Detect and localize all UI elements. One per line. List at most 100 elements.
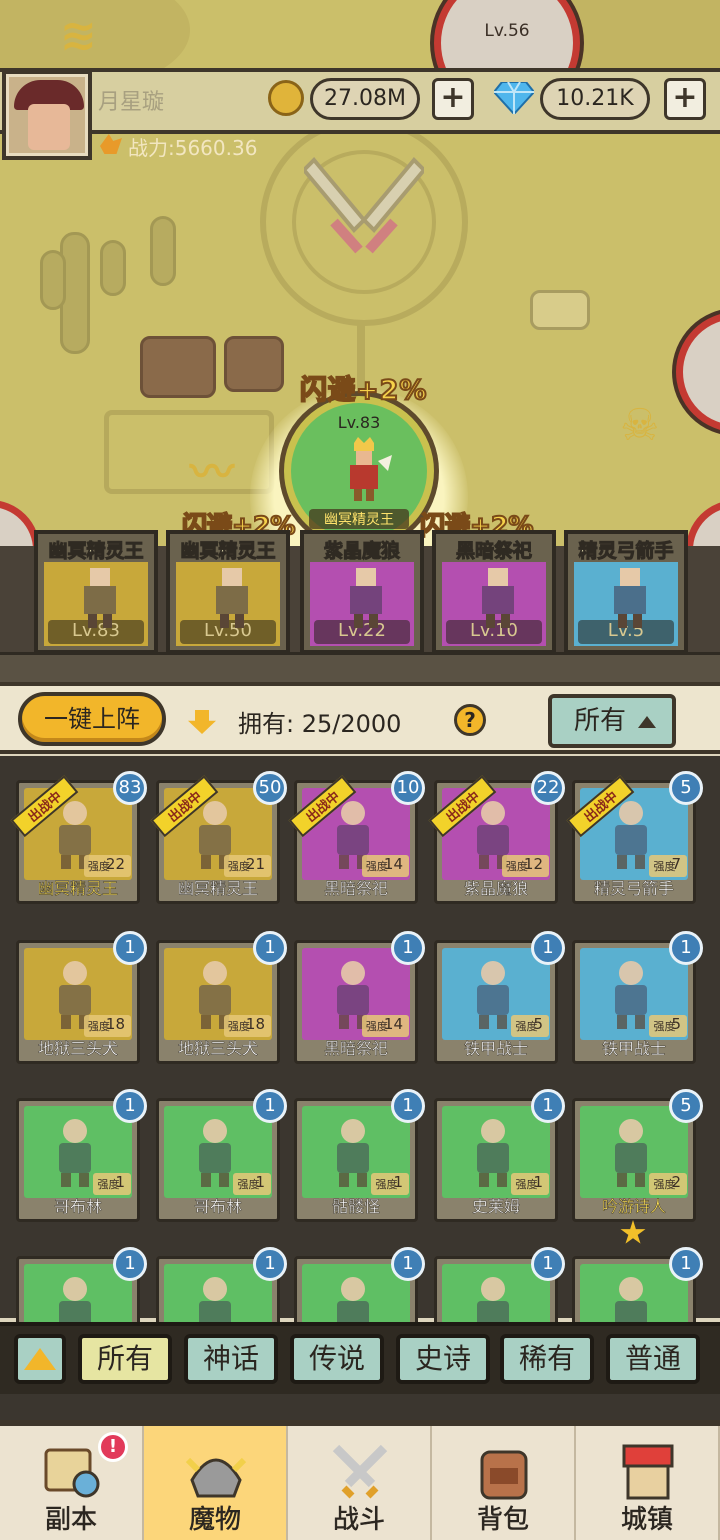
strength-key: 强度	[87, 860, 110, 873]
notification-badge: !	[98, 1432, 128, 1462]
strength-key: 强度	[653, 1178, 676, 1191]
strength-key: 强度	[97, 1178, 120, 1191]
cactus-decoration	[100, 240, 126, 296]
add-gold-button[interactable]: +	[432, 78, 474, 120]
monster-helmet-icon	[185, 1457, 247, 1498]
nav-tab-4[interactable]: 城镇	[576, 1426, 720, 1540]
monster-card[interactable]: 强度 1 哥布林 1	[156, 1089, 287, 1222]
nav-tab-label: 背包	[476, 1505, 530, 1536]
monster-card[interactable]: 出战中 强度 7 精灵弓箭手 5	[566, 771, 703, 904]
collapse-button[interactable]	[14, 1334, 66, 1384]
skull-decoration: ☠	[620, 400, 660, 451]
player-avatar[interactable]	[2, 70, 92, 160]
monster-card[interactable]: 强度 1 哥布林 1	[16, 1089, 147, 1222]
team-slot[interactable]: 精灵弓箭手 Lv.5	[564, 530, 688, 654]
monster-figure	[482, 568, 514, 628]
rarity-filter-3[interactable]: 史诗	[396, 1334, 490, 1384]
monster-level-badge: 1	[113, 1247, 147, 1281]
strength-key: 强度	[365, 1020, 388, 1033]
player-name: 月星璇	[98, 90, 165, 115]
strength-tag: 强度 18	[223, 1015, 271, 1037]
monster-card[interactable]: 强度 2 吟游诗人 5	[572, 1089, 703, 1222]
monster-card[interactable]: 强度 1 史莱姆 1	[434, 1089, 565, 1222]
monster-level-badge: 1	[669, 931, 703, 965]
add-gems-button[interactable]: +	[664, 78, 706, 120]
strength-tag: 强度 14	[361, 855, 409, 877]
strength-tag: 强度 5	[511, 1015, 549, 1037]
monster-figure	[84, 568, 116, 628]
rarity-filter-0[interactable]: 所有	[78, 1334, 172, 1384]
monster-card[interactable]: 1	[294, 1247, 425, 1356]
monster-level-badge: 1	[113, 931, 147, 965]
monster-level-badge: 1	[531, 1247, 565, 1281]
monster-card[interactable]: 强度 1 骷髅怪 1	[294, 1089, 425, 1222]
monster-card[interactable]: 出战中 强度 21 幽冥精灵王 50	[150, 771, 287, 904]
monster-level-badge: 1	[253, 931, 287, 965]
monster-card[interactable]: 出战中 强度 14 黑暗祭祀 10	[288, 771, 425, 904]
help-button[interactable]: ?	[454, 704, 486, 736]
rarity-filter-1[interactable]: 神话	[184, 1334, 278, 1384]
strength-key: 强度	[375, 1178, 398, 1191]
monster-card[interactable]: 强度 5 铁甲战士 1	[572, 931, 703, 1064]
sort-dropdown[interactable]: 所有	[548, 694, 676, 748]
monster-card[interactable]: 强度 18 地狱三头犬 1	[16, 931, 147, 1064]
monster-card[interactable]: 出战中 强度 22 幽冥精灵王 83	[10, 771, 147, 904]
boss-node-right[interactable]	[676, 312, 720, 432]
rarity-filter-5[interactable]: 普通	[606, 1334, 700, 1384]
nav-tab-3[interactable]: 背包	[432, 1426, 576, 1540]
monster-name: 黑暗祭祀	[323, 879, 388, 898]
strength-key: 强度	[515, 1020, 538, 1033]
monster-name: 铁甲战士	[601, 1039, 666, 1058]
active-stage-node[interactable]: Lv.83 幽冥精灵王	[284, 396, 434, 546]
cactus-decoration	[150, 216, 176, 286]
monster-name: 哥布林	[193, 1197, 242, 1216]
monster-card[interactable]: 强度 18 地狱三头犬 1	[156, 931, 287, 1064]
monster-name: 幽冥精灵王	[177, 879, 258, 898]
chevron-up-icon	[638, 716, 656, 728]
monster-figure	[216, 568, 248, 628]
monster-level-badge: 50	[253, 771, 287, 805]
monster-level-badge: 1	[253, 1089, 287, 1123]
bone-decoration: 〰	[190, 447, 234, 498]
team-slot-name: 精灵弓箭手	[578, 540, 674, 563]
monster-card[interactable]: 1	[156, 1247, 287, 1356]
strength-tag: 强度 1	[93, 1173, 131, 1195]
team-slot[interactable]: 幽冥精灵王 Lv.83	[34, 530, 158, 654]
team-slot-name: 幽冥精灵王	[180, 540, 276, 563]
team-slot[interactable]: 黑暗祭祀 Lv.10	[432, 530, 556, 654]
nav-tab-label: 魔物	[188, 1505, 242, 1536]
strength-key: 强度	[505, 860, 528, 873]
nav-tab-2[interactable]: 战斗	[288, 1426, 432, 1540]
auto-deploy-button[interactable]: 一键上阵	[18, 692, 166, 746]
bone-decoration: ≋	[60, 10, 97, 61]
monster-level-badge: 83	[113, 771, 147, 805]
monster-card[interactable]: 1	[434, 1247, 565, 1356]
combat-power-value: 战力:5660.36	[128, 136, 258, 160]
monster-card[interactable]: 1	[572, 1247, 703, 1356]
monster-card[interactable]: 强度 14 黑暗祭祀 1	[294, 931, 425, 1064]
team-slot-name: 紫晶魔狼	[323, 540, 400, 563]
gem-amount: 10.21K	[540, 78, 650, 120]
power-icon	[100, 134, 122, 154]
monster-card[interactable]: 1	[16, 1247, 147, 1356]
gold-amount: 27.08M	[310, 78, 420, 120]
monster-level-badge: 5	[669, 1089, 703, 1123]
rarity-filter-4[interactable]: 稀有	[500, 1334, 594, 1384]
team-slot[interactable]: 幽冥精灵王 Lv.50	[166, 530, 290, 654]
avatar-face	[28, 104, 70, 150]
strength-tag: 强度 12	[501, 855, 549, 877]
monster-name: 精灵弓箭手	[593, 879, 674, 898]
rarity-filter-2[interactable]: 传说	[290, 1334, 384, 1384]
team-slot[interactable]: 紫晶魔狼 Lv.22	[300, 530, 424, 654]
rock-decoration	[140, 336, 216, 398]
monster-card[interactable]: 强度 5 铁甲战士 1	[434, 931, 565, 1064]
strength-key: 强度	[227, 860, 250, 873]
treasure-chest-decoration	[530, 290, 590, 330]
owned-count: 拥有: 25/2000	[238, 710, 402, 738]
strength-tag: 强度 2	[649, 1173, 687, 1195]
nav-tab-1[interactable]: 魔物	[144, 1426, 288, 1540]
stage-level: Lv.83	[337, 413, 381, 432]
monster-name: 地狱三头犬	[37, 1039, 118, 1058]
strength-tag: 强度 18	[83, 1015, 131, 1037]
monster-card[interactable]: 出战中 强度 12 紫晶魔狼 22	[428, 771, 565, 904]
